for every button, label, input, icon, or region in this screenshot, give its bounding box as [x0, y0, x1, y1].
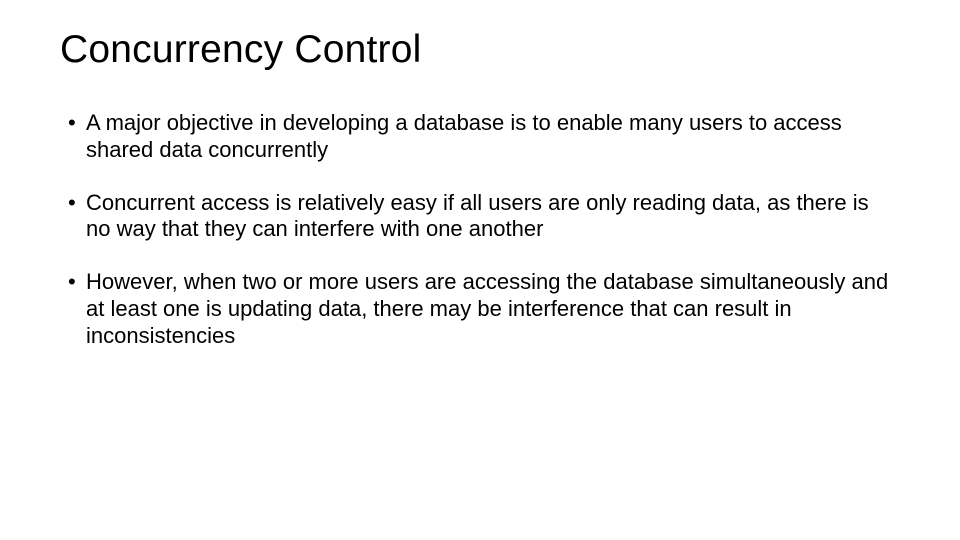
- slide: Concurrency Control A major objective in…: [0, 0, 960, 540]
- bullet-item: However, when two or more users are acce…: [66, 269, 894, 349]
- bullet-item: Concurrent access is relatively easy if …: [66, 190, 894, 244]
- bullet-list: A major objective in developing a databa…: [60, 110, 900, 350]
- slide-title: Concurrency Control: [60, 28, 900, 72]
- bullet-item: A major objective in developing a databa…: [66, 110, 894, 164]
